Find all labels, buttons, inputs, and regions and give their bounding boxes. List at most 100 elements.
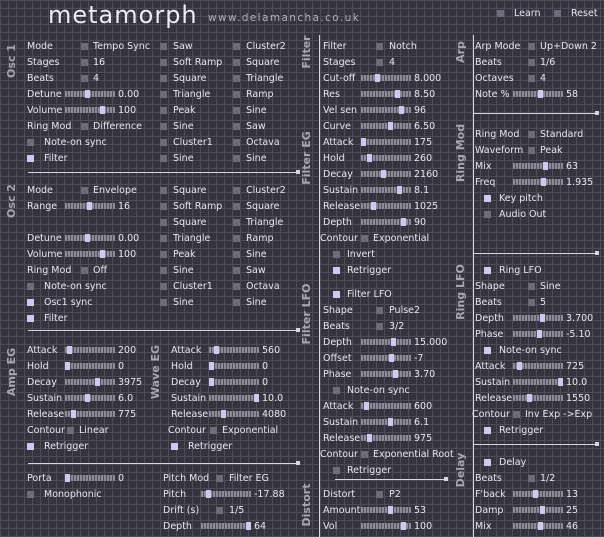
slider-knob[interactable] [87, 202, 92, 210]
slider-knob[interactable] [95, 378, 100, 386]
slider-knob[interactable] [209, 378, 214, 386]
slider-knob[interactable] [537, 330, 542, 338]
filter-lfo-release-slider[interactable] [361, 434, 411, 442]
osc2-wave-b-3-checkbox[interactable] [233, 235, 240, 242]
ring-mod-type-select[interactable] [528, 131, 535, 138]
arp-mode-select[interactable] [528, 43, 535, 50]
osc1-wave-a-3[interactable]: Triangle [173, 89, 210, 100]
osc1-wave-b-7[interactable]: Sine [246, 153, 267, 164]
filter-eg-hold-slider[interactable] [361, 154, 411, 162]
slider-knob[interactable] [395, 90, 400, 98]
osc1-wave-a-4-checkbox[interactable] [160, 107, 167, 114]
wave-hold-slider[interactable] [209, 362, 259, 370]
pitch-mod-select[interactable] [216, 475, 223, 482]
wave-attack-slider[interactable] [209, 346, 259, 354]
filter-lfo-toggle-label[interactable]: Filter LFO [347, 289, 392, 300]
distort-type-value[interactable]: P2 [389, 489, 401, 500]
osc1-beats-select[interactable] [81, 75, 88, 82]
delay-mix-slider[interactable] [513, 522, 563, 530]
osc2-wave-b-5[interactable]: Saw [246, 265, 266, 276]
osc2-volume-slider[interactable] [65, 250, 115, 258]
filter-eg-invert-checkbox[interactable] [333, 251, 340, 258]
osc2-wave-a-0-checkbox[interactable] [160, 187, 167, 194]
slider-knob[interactable] [540, 506, 545, 514]
filter-eg-contour-value[interactable]: Exponential [373, 233, 429, 244]
delay-damp-slider[interactable] [513, 506, 563, 514]
slider-knob[interactable] [527, 394, 532, 402]
monophonic-checkbox[interactable] [27, 491, 34, 498]
osc1-filter-label[interactable]: Filter [44, 153, 68, 164]
osc2-wave-b-4-checkbox[interactable] [233, 251, 240, 258]
osc2-ring-mod-select[interactable] [81, 267, 88, 274]
osc1-wave-b-5-checkbox[interactable] [233, 123, 240, 130]
wave-retrigger-label[interactable]: Retrigger [188, 441, 232, 452]
wave-contour-value[interactable]: Exponential [222, 425, 278, 436]
delay-feedback-slider[interactable] [513, 490, 563, 498]
ring-mod-key-pitch-checkbox[interactable] [484, 195, 491, 202]
website-url[interactable]: www.delamancha.co.uk [208, 12, 360, 24]
osc1-wave-a-7[interactable]: Sine [173, 153, 194, 164]
filter-lfo-shape-select[interactable] [376, 307, 383, 314]
osc2-wave-b-1[interactable]: Square [246, 201, 279, 212]
slider-knob[interactable] [538, 90, 543, 98]
filter-stages-value[interactable]: 4 [389, 57, 395, 68]
osc2-wave-b-7[interactable]: Sine [246, 297, 267, 308]
slider-knob[interactable] [558, 378, 563, 386]
osc1-wave-a-5-checkbox[interactable] [160, 123, 167, 130]
osc1-wave-a-2[interactable]: Square [173, 73, 206, 84]
slider-knob[interactable] [388, 418, 393, 426]
arp-octaves-select[interactable] [528, 75, 535, 82]
slider-knob[interactable] [214, 346, 219, 354]
amp-retrigger-label[interactable]: Retrigger [44, 441, 88, 452]
filter-curve-slider[interactable] [361, 122, 411, 130]
slider-knob[interactable] [533, 490, 538, 498]
osc1-note-on-sync-checkbox[interactable] [27, 139, 34, 146]
slider-knob[interactable] [543, 162, 548, 170]
osc2-wave-a-5[interactable]: Sine [173, 265, 194, 276]
filter-eg-release-slider[interactable] [361, 202, 411, 210]
slider-knob[interactable] [246, 522, 251, 530]
osc1-volume-slider[interactable] [65, 106, 115, 114]
ring-mod-key-pitch-label[interactable]: Key pitch [499, 193, 543, 204]
amp-release-slider[interactable] [65, 410, 115, 418]
slider-knob[interactable] [393, 370, 398, 378]
filter-lfo-retrigger-label[interactable]: Retrigger [347, 465, 391, 476]
pitch-depth-slider[interactable] [201, 522, 251, 530]
osc2-wave-a-6[interactable]: Cluster1 [173, 281, 213, 292]
amp-contour-select[interactable] [67, 427, 74, 434]
osc1-wave-a-3-checkbox[interactable] [160, 91, 167, 98]
osc2-osc1-sync-checkbox[interactable] [27, 299, 34, 306]
osc1-wave-a-5[interactable]: Sine [173, 121, 194, 132]
osc2-wave-b-2-checkbox[interactable] [233, 219, 240, 226]
filter-lfo-toggle-checkbox[interactable] [333, 291, 340, 298]
osc1-wave-a-0-checkbox[interactable] [160, 43, 167, 50]
osc1-ring-mod-select[interactable] [81, 123, 88, 130]
filter-eg-sustain-slider[interactable] [361, 186, 411, 194]
ring-lfo-beats-select[interactable] [528, 299, 535, 306]
ring-lfo-contour-select[interactable] [513, 411, 520, 418]
delay-toggle-checkbox[interactable] [484, 459, 491, 466]
delay-beats-select[interactable] [528, 475, 535, 482]
wave-release-slider[interactable] [209, 410, 259, 418]
filter-lfo-attack-slider[interactable] [361, 402, 411, 410]
osc2-wave-a-1[interactable]: Soft Ramp [173, 201, 222, 212]
slider-knob[interactable] [391, 338, 396, 346]
osc2-wave-b-1-checkbox[interactable] [233, 203, 240, 210]
osc1-wave-b-2[interactable]: Triangle [246, 73, 283, 84]
ring-lfo-shape-select[interactable] [528, 283, 535, 290]
osc2-wave-b-6[interactable]: Octava [246, 281, 280, 292]
osc1-wave-a-6[interactable]: Cluster1 [173, 137, 213, 148]
osc2-filter-label[interactable]: Filter [44, 313, 68, 324]
slider-knob[interactable] [381, 170, 386, 178]
slider-knob[interactable] [367, 434, 372, 442]
slider-knob[interactable] [67, 346, 72, 354]
osc2-wave-b-7-checkbox[interactable] [233, 299, 240, 306]
slider-knob[interactable] [401, 218, 406, 226]
osc1-wave-a-6-checkbox[interactable] [160, 139, 167, 146]
filter-eg-decay-slider[interactable] [361, 170, 411, 178]
osc1-ring-mod-value[interactable]: Difference [93, 121, 142, 132]
slider-knob[interactable] [401, 522, 406, 530]
slider-knob[interactable] [371, 202, 376, 210]
osc2-ring-mod-value[interactable]: Off [93, 265, 107, 276]
slider-knob[interactable] [100, 250, 105, 258]
